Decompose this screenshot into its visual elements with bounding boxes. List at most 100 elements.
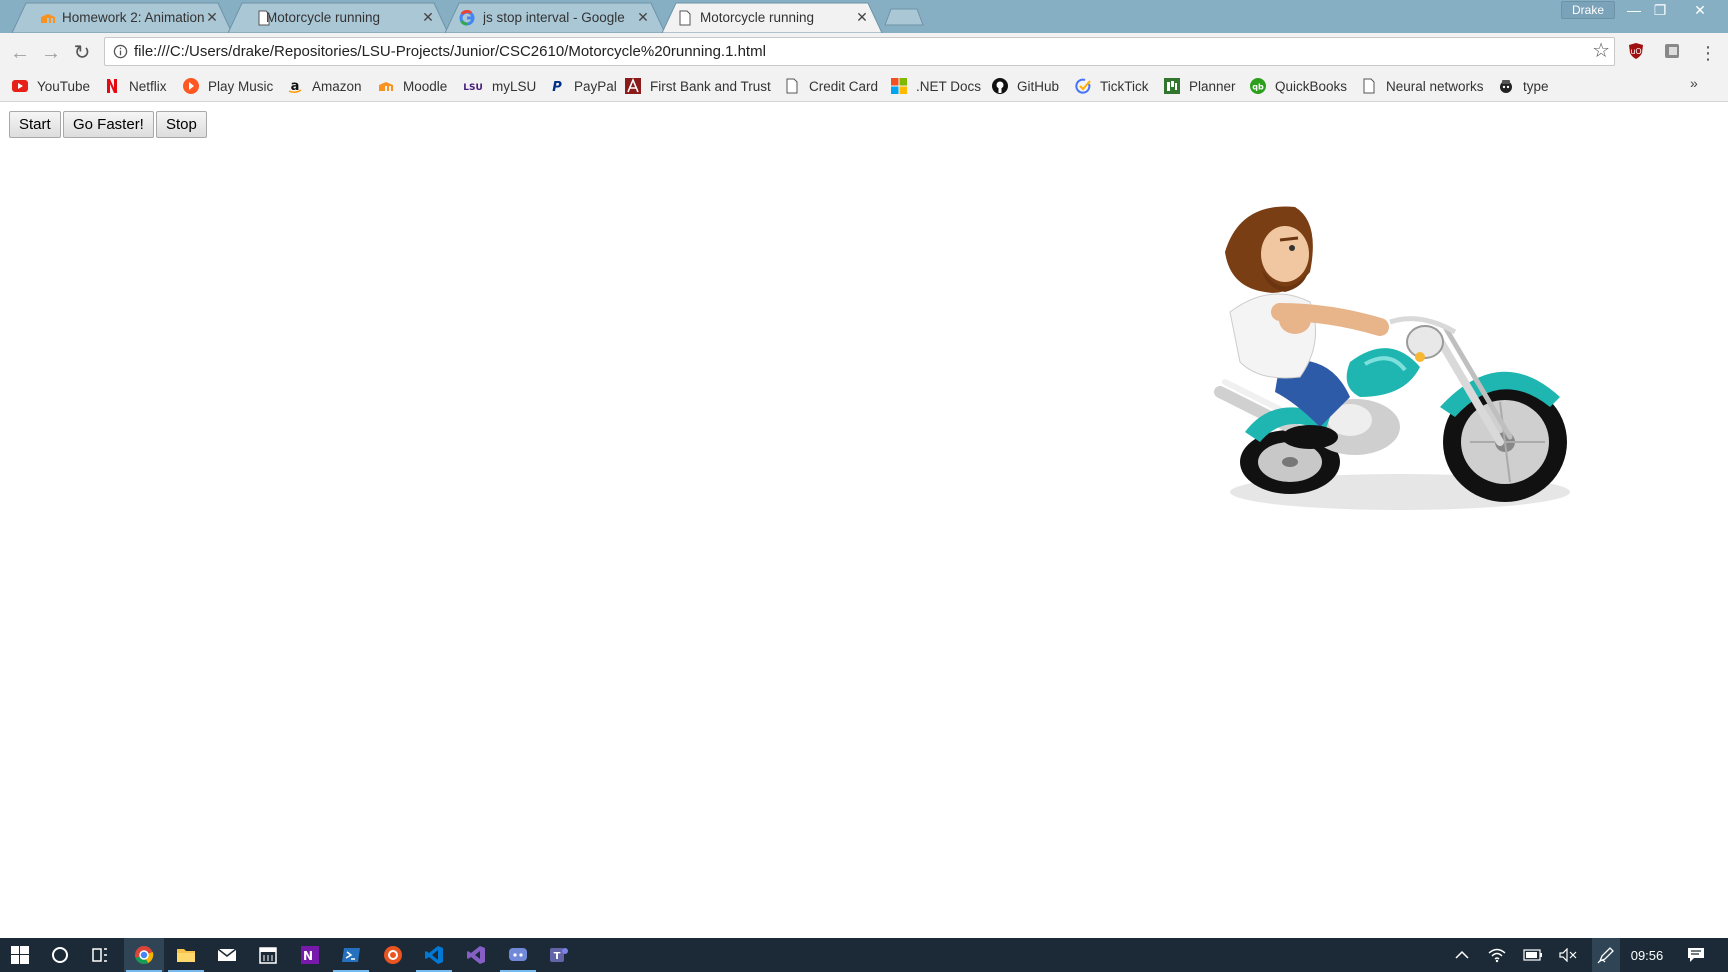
svg-text:LSU: LSU [463,83,483,93]
github-icon [992,78,1008,94]
reload-button[interactable]: ↻ [70,41,94,65]
start-menu-button[interactable] [0,938,40,972]
tab-homework[interactable]: Homework 2: Animation ✕ [12,2,233,33]
bookmark-mylsu[interactable]: LSU myLSU [463,76,536,96]
document-icon [679,10,691,26]
tab-close-icon[interactable]: ✕ [204,9,220,25]
tab-motorcycle-1[interactable]: Motorcycle running ✕ [228,2,449,33]
bookmark-label: TickTick [1100,78,1149,94]
microsoft-icon [891,78,907,94]
info-icon[interactable] [113,44,128,59]
taskbar-vscode[interactable] [414,938,454,972]
svg-text:uO: uO [1630,47,1641,56]
paypal-icon: P [552,80,562,94]
forward-button[interactable]: → [39,41,63,65]
bookmark-star-icon[interactable]: ☆ [1592,40,1610,62]
restore-button[interactable]: ❐ [1645,0,1675,20]
bookmark-github[interactable]: GitHub [992,76,1059,96]
bookmark-net-docs[interactable]: .NET Docs [891,76,981,96]
svg-text:qb: qb [1252,83,1264,92]
bookmark-type[interactable]: type [1498,76,1549,96]
tab-google-search[interactable]: js stop interval - Google ✕ [445,2,666,33]
bookmark-amazon[interactable]: a Amazon [287,76,362,96]
bookmark-credit-card[interactable]: Credit Card [784,76,878,96]
moodle-icon [41,14,55,23]
url-text: file:///C:/Users/drake/Repositories/LSU-… [134,43,766,60]
svg-text:N: N [303,949,313,963]
bookmark-label: GitHub [1017,78,1060,94]
bookmark-paypal[interactable]: P PayPal [549,76,617,96]
powershell-icon [342,948,360,962]
taskbar-chrome[interactable] [124,938,164,972]
bookmark-moodle[interactable]: Moodle [378,76,447,96]
go-faster-button[interactable]: Go Faster! [63,111,154,138]
stop-button[interactable]: Stop [156,111,207,138]
ticktick-icon [1075,78,1091,94]
taskbar-ubuntu[interactable] [373,938,413,972]
taskbar-visual-studio[interactable] [456,938,496,972]
taskbar-calendar[interactable] [248,938,288,972]
taskbar-mail[interactable] [207,938,247,972]
taskbar-discord[interactable] [498,938,538,972]
bookmark-label: Neural networks [1386,78,1484,94]
bookmarks-overflow-button[interactable]: » [1690,75,1698,91]
youtube-icon [12,80,28,92]
bookmark-label: First Bank and Trust [650,78,771,94]
bookmark-neural-networks[interactable]: Neural networks [1361,76,1484,96]
taskbar-powershell[interactable] [331,938,371,972]
chrome-icon [135,946,154,964]
teams-icon: T [550,948,568,962]
start-button[interactable]: Start [9,111,61,138]
cortana-button[interactable] [40,938,80,972]
bank-icon [625,78,641,94]
new-tab-button[interactable] [884,8,924,26]
taskbar-teams[interactable]: T [539,938,579,972]
tab-close-icon[interactable]: ✕ [420,9,436,25]
pen-workspace-button[interactable] [1592,938,1620,972]
motorcycle-rider-image [1214,206,1570,510]
taskbar-file-explorer[interactable] [166,938,206,972]
moodle-icon [379,82,393,91]
profile-badge[interactable]: Drake [1561,1,1615,19]
bookmark-label: Amazon [312,78,362,94]
visual-studio-icon [467,946,485,964]
bookmark-label: myLSU [492,78,537,94]
chevron-up-icon [1455,950,1469,959]
address-bar[interactable]: file:///C:/Users/drake/Repositories/LSU-… [104,37,1615,66]
windows-start-icon [11,946,29,964]
extension-icon[interactable] [1663,42,1681,60]
ublock-icon[interactable]: uO [1627,42,1645,60]
tab-motorcycle-active[interactable]: Motorcycle running ✕ [662,2,883,33]
bookmark-first-bank[interactable]: First Bank and Trust [625,76,771,96]
network-button[interactable] [1485,938,1509,972]
action-center-button[interactable] [1680,938,1712,972]
tab-close-icon[interactable]: ✕ [635,9,651,25]
bookmark-youtube[interactable]: YouTube [12,76,90,96]
tab-title: Motorcycle running [700,10,815,25]
battery-button[interactable] [1521,938,1545,972]
volume-button[interactable] [1556,938,1580,972]
planner-icon [1164,78,1180,94]
quickbooks-icon: qb [1250,78,1266,94]
bookmark-ticktick[interactable]: TickTick [1075,76,1149,96]
bookmark-quickbooks[interactable]: qb QuickBooks [1250,76,1347,96]
task-view-button[interactable] [80,938,120,972]
bookmark-label: .NET Docs [916,78,982,94]
bookmark-label: QuickBooks [1275,78,1348,94]
vscode-icon [425,946,443,964]
back-button[interactable]: ← [8,41,32,65]
bookmark-label: YouTube [37,78,91,94]
bookmark-play-music[interactable]: Play Music [183,76,273,96]
tab-close-icon[interactable]: ✕ [854,9,870,25]
chrome-menu-button[interactable]: ⋮ [1696,41,1720,65]
notification-icon [1688,948,1704,962]
page-content: Start Go Faster! Stop [0,102,1728,938]
bookmark-planner[interactable]: Planner [1164,76,1236,96]
close-window-button[interactable]: ✕ [1685,0,1715,20]
browser-toolbar: ← → ↻ file:///C:/Users/drake/Repositorie… [0,33,1728,71]
taskbar-onenote[interactable]: N [290,938,330,972]
bookmark-netflix[interactable]: Netflix [104,76,167,96]
clock[interactable]: 09:56 [1624,938,1670,972]
onenote-icon: N [301,946,319,964]
show-hidden-icons-button[interactable] [1450,938,1474,972]
